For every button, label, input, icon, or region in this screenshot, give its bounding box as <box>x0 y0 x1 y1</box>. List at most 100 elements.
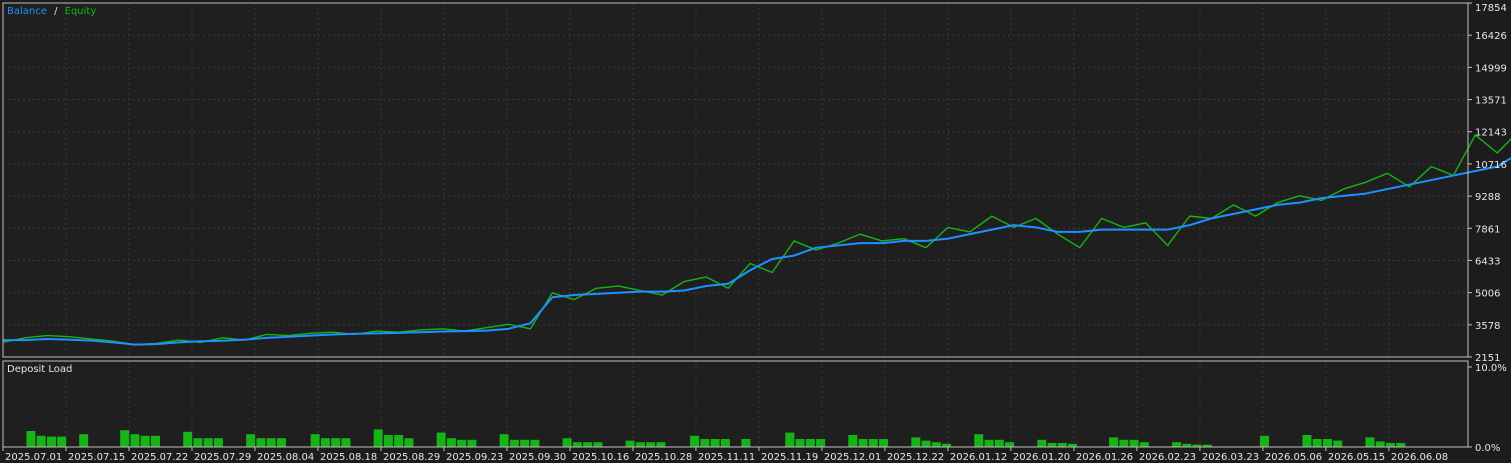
deposit-load-bar <box>785 432 795 447</box>
time-tick-label: 2025.08.04 <box>257 452 314 463</box>
deposit-load-bar <box>120 430 130 447</box>
deposit-load-bar <box>499 434 509 447</box>
deposit-load-bar <box>1375 441 1385 447</box>
deposit-load-bar <box>203 438 213 447</box>
deposit-load-bar <box>994 439 1004 447</box>
deposit-load-bar <box>868 439 878 447</box>
deposit-load-bar <box>130 434 140 447</box>
deposit-load-bar <box>720 439 730 447</box>
deposit-load-bar <box>213 438 223 447</box>
deposit-load-bar <box>256 438 266 447</box>
deposit-load-bar <box>246 434 256 447</box>
deposit-load-bar <box>57 436 67 447</box>
deposit-load-bar <box>509 439 519 447</box>
main-plot-background <box>3 3 1468 357</box>
deposit-load-bar <box>46 436 56 447</box>
deposit-load-bar <box>974 434 984 447</box>
load-tick-label: 10.0% <box>1475 363 1507 374</box>
deposit-load-bar <box>795 439 805 447</box>
time-tick-label: 2025.08.18 <box>320 452 377 463</box>
sub-plot-background <box>3 361 1468 447</box>
time-tick-label: 2026.03.23 <box>1202 452 1259 463</box>
price-tick-label: 10716 <box>1475 160 1507 171</box>
deposit-load-bar <box>690 435 700 447</box>
legend-balance: Balance <box>7 6 47 17</box>
deposit-load-bar <box>446 438 456 447</box>
deposit-load-bar <box>1333 440 1343 447</box>
time-tick-label: 2025.11.11 <box>698 452 755 463</box>
deposit-load-bar <box>383 435 393 447</box>
load-tick-label: 0.0% <box>1475 443 1500 454</box>
price-tick-label: 13571 <box>1475 96 1507 107</box>
deposit-load-bar <box>1259 435 1269 447</box>
deposit-load-bar <box>140 435 150 447</box>
deposit-load-bar <box>520 439 530 447</box>
deposit-load-bar <box>183 431 193 447</box>
deposit-load-bar <box>320 438 330 447</box>
time-axis: 2025.07.01 2025.07.15 2025.07.22 2025.07.29… <box>2 447 1448 463</box>
price-tick-label: 3578 <box>1475 321 1500 332</box>
deposit-load-bar <box>1119 439 1129 447</box>
time-tick-label: 2025.11.19 <box>761 452 818 463</box>
deposit-load-bar <box>805 439 815 447</box>
legend-separator: / <box>54 6 58 17</box>
deposit-load-bar <box>341 438 351 447</box>
price-tick-label: 5006 <box>1475 289 1500 300</box>
deposit-load-title: Deposit Load <box>7 364 72 375</box>
deposit-load-bar <box>1302 435 1312 447</box>
deposit-load-bar <box>193 438 203 447</box>
deposit-load-bar <box>394 435 404 447</box>
deposit-load-bar <box>1139 442 1149 447</box>
deposit-load-bar <box>879 439 889 447</box>
deposit-load-bar <box>1312 439 1322 447</box>
deposit-load-bar <box>816 439 826 447</box>
time-tick-label: 2026.02.23 <box>1139 452 1196 463</box>
deposit-load-bar <box>150 435 160 447</box>
deposit-load-bar <box>1047 443 1057 447</box>
deposit-load-bar <box>911 437 921 447</box>
price-tick-label: 17854 <box>1475 3 1507 14</box>
time-tick-label: 2025.07.22 <box>131 452 188 463</box>
time-tick-label: 2025.10.28 <box>635 452 692 463</box>
deposit-load-bar <box>848 435 858 447</box>
time-tick-label: 2025.12.01 <box>824 452 881 463</box>
price-tick-label: 14999 <box>1475 63 1507 74</box>
deposit-load-bar <box>1129 439 1139 447</box>
deposit-load-bar <box>467 439 477 447</box>
time-tick-label: 2025.07.29 <box>194 452 251 463</box>
time-tick-label: 2026.06.08 <box>1391 452 1448 463</box>
time-tick-label: 2026.05.06 <box>1265 452 1322 463</box>
deposit-load-bar <box>593 442 603 447</box>
deposit-load-bar <box>562 438 572 447</box>
chart-root: 2151357850066433786192881071612143135711… <box>2 2 1511 463</box>
deposit-load-bar <box>530 439 540 447</box>
time-tick-label: 2026.01.20 <box>1013 452 1070 463</box>
deposit-load-bar <box>572 442 582 447</box>
deposit-load-bar <box>36 435 46 447</box>
price-tick-label: 7861 <box>1475 224 1500 235</box>
deposit-load-bar <box>656 442 666 447</box>
deposit-load-bar <box>625 440 635 447</box>
time-tick-label: 2025.08.29 <box>383 452 440 463</box>
deposit-load-bar <box>266 438 276 447</box>
deposit-load-bar <box>921 440 931 447</box>
time-tick-label: 2025.12.22 <box>887 452 944 463</box>
time-tick-label: 2025.10.16 <box>572 452 629 463</box>
deposit-load-bar <box>331 438 341 447</box>
deposit-load-bar <box>373 429 383 447</box>
deposit-load-bar <box>583 442 593 447</box>
deposit-load-bar <box>635 442 645 447</box>
price-tick-label: 6433 <box>1475 256 1500 267</box>
time-tick-label: 2025.07.15 <box>68 452 125 463</box>
deposit-load-bar <box>26 431 36 447</box>
deposit-load-bar <box>404 438 414 447</box>
deposit-load-bar <box>710 439 720 447</box>
time-tick-label: 2025.09.23 <box>446 452 503 463</box>
deposit-load-bar <box>79 434 89 447</box>
deposit-load-bar <box>1385 443 1395 447</box>
deposit-load-bar <box>1322 439 1332 447</box>
deposit-load-bar <box>457 439 467 447</box>
time-tick-label: 2026.01.12 <box>950 452 1007 463</box>
deposit-load-bar <box>1037 439 1047 447</box>
deposit-load-axis: 10.0% 0.0% <box>1468 363 1507 454</box>
